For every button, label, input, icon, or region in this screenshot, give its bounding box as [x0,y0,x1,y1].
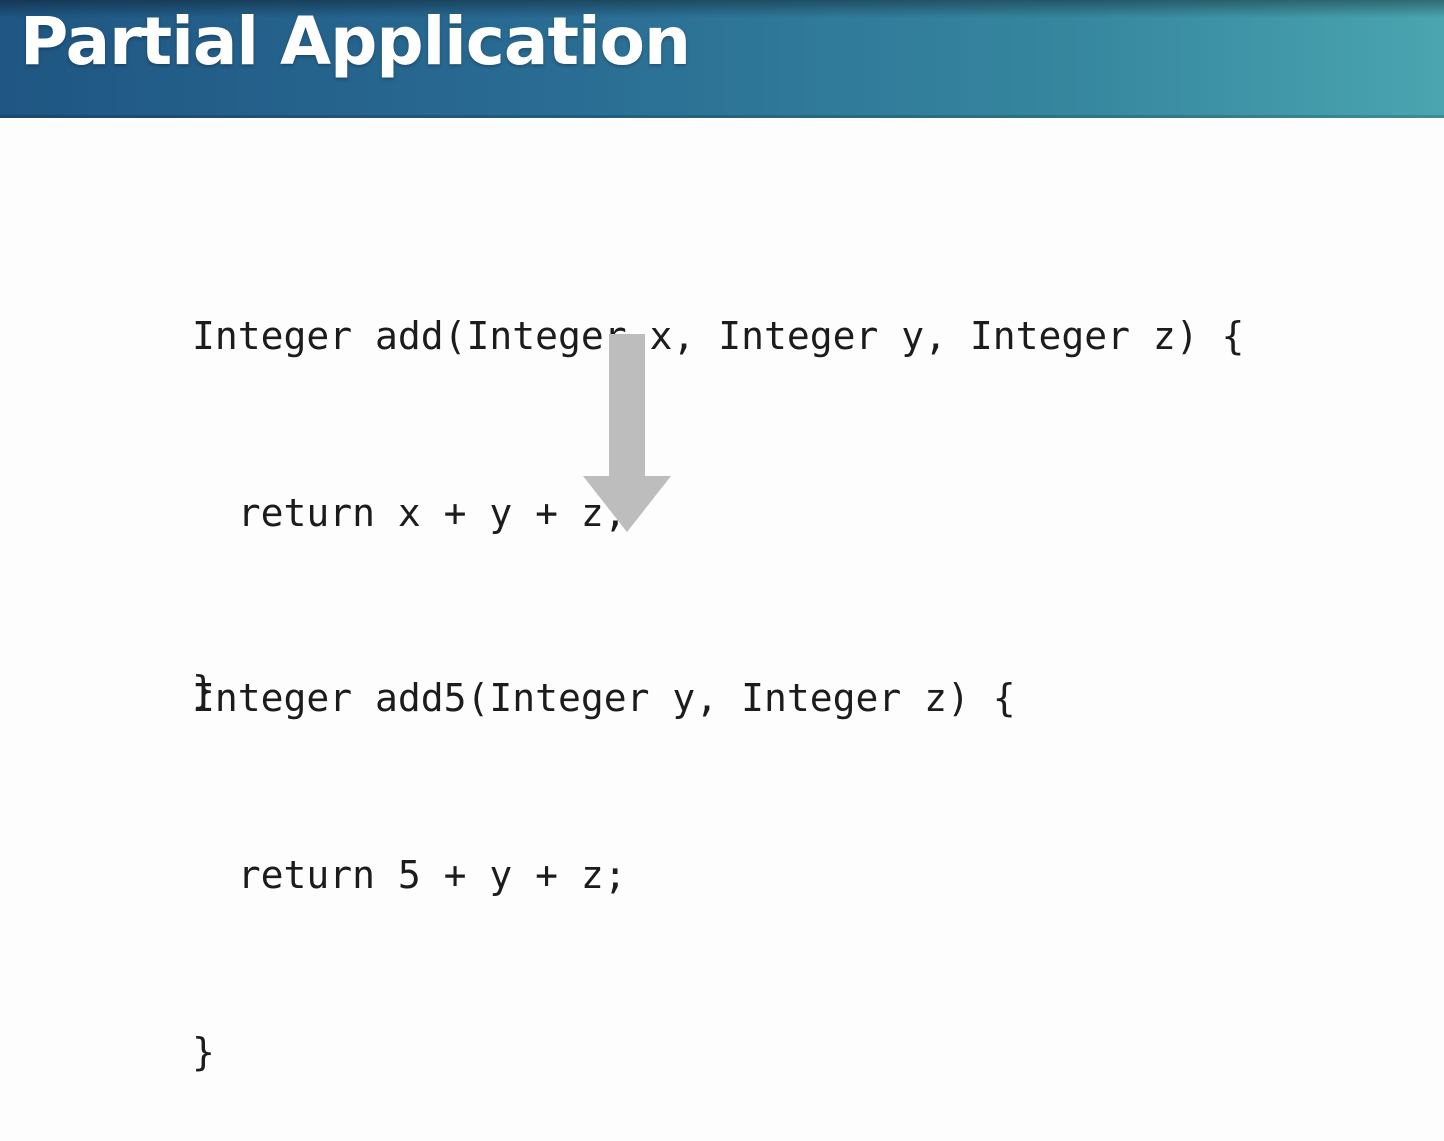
down-arrow-shape [583,334,671,532]
code-line: Integer add(Integer x, Integer y, Intege… [192,314,1245,358]
partially-applied-function-code: Integer add5(Integer y, Integer z) { ret… [192,551,1016,1141]
code-line: return 5 + y + z; [192,853,627,897]
code-line: Integer add5(Integer y, Integer z) { [192,676,1016,720]
slide-header: Partial Application [0,0,1444,118]
code-line: return x + y + z; [192,491,627,535]
down-arrow-icon [583,334,671,532]
code-line: } [192,1030,215,1074]
slide-title: Partial Application [20,3,691,80]
